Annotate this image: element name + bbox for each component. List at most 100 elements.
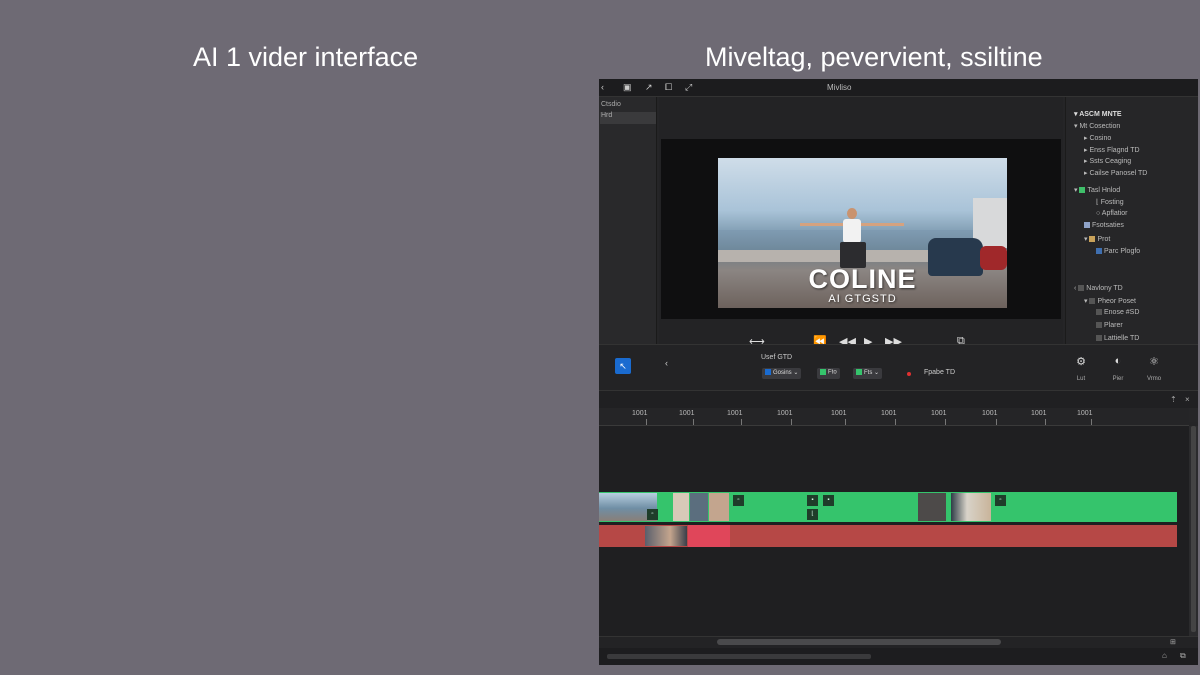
- color-swatch: [1096, 322, 1102, 329]
- property-label: Parc Plogfo: [1104, 248, 1141, 255]
- color-swatch: [1089, 298, 1096, 305]
- ruler-tick-label: 1001: [931, 410, 947, 417]
- horizontal-scrollbar[interactable]: ⊞: [599, 636, 1198, 648]
- property-label: Enose #SD: [1104, 309, 1140, 316]
- color-swatch: [1096, 248, 1102, 255]
- back-icon[interactable]: ‹: [665, 358, 668, 368]
- ruler-tick-label: 1001: [777, 410, 793, 417]
- clip-link-icon: ▫: [647, 509, 658, 520]
- property-item[interactable]: Lattielle TD: [1096, 335, 1139, 342]
- fto-chip[interactable]: Fto: [817, 368, 840, 379]
- property-item[interactable]: ▾ Mt Cosection: [1074, 122, 1120, 130]
- scroll-thumb[interactable]: [717, 639, 1001, 645]
- close-icon[interactable]: ×: [1185, 395, 1190, 404]
- tool-label-vrmo: Vrmo: [1146, 376, 1162, 382]
- select-tool-button[interactable]: ↖: [615, 358, 631, 374]
- property-item[interactable]: Fsotsaties: [1084, 222, 1124, 229]
- property-item[interactable]: ▾ Prot: [1084, 235, 1110, 243]
- clip-thumbnail[interactable]: [709, 493, 729, 521]
- color-swatch: [1089, 236, 1096, 243]
- color-swatch: [1079, 187, 1086, 194]
- ruler-tick-mark: [693, 419, 694, 425]
- property-label: Fsotsaties: [1092, 222, 1124, 229]
- effects-icon[interactable]: ⚛: [1142, 355, 1166, 368]
- property-item[interactable]: ▸ Cailse Panosel TD: [1084, 169, 1147, 177]
- audio-clip-selected[interactable]: [688, 525, 730, 547]
- ruler-tick-label: 1001: [1077, 410, 1093, 417]
- property-item[interactable]: ▾ Pheor Poset: [1084, 297, 1136, 305]
- property-item[interactable]: ○ Apflatior: [1096, 210, 1127, 217]
- property-label: Tasl Hnlod: [1087, 187, 1121, 194]
- property-label: Navlony TD: [1086, 285, 1123, 292]
- property-item[interactable]: ⌊ Fosting: [1096, 198, 1124, 206]
- timeline-overview[interactable]: [607, 654, 871, 659]
- ruler-tick-mark: [945, 419, 946, 425]
- arrow-icon[interactable]: ↗: [645, 82, 653, 93]
- timeline-ruler[interactable]: 1001 1001 1001 1001 1001 1001 1001 1001 1001 1001: [599, 408, 1189, 426]
- chevron-left-icon[interactable]: ‹: [601, 82, 604, 92]
- clip-thumbnail[interactable]: [645, 526, 687, 546]
- property-label: Prot: [1097, 236, 1111, 243]
- ruler-tick-mark: [895, 419, 896, 425]
- ruler-tick-label: 1001: [727, 410, 743, 417]
- panel-icon[interactable]: ▣: [623, 82, 632, 93]
- vertical-scrollbar[interactable]: [1189, 426, 1198, 636]
- clip-thumbnail[interactable]: [951, 493, 991, 521]
- expand-icon[interactable]: ⤢: [685, 82, 692, 93]
- ruler-tick-label: 1001: [881, 410, 897, 417]
- audio-track[interactable]: [599, 525, 1177, 547]
- video-track[interactable]: ▫ ▫ ▪ ⌊ ▪ ▫: [599, 492, 1177, 522]
- property-label: Cailse Panosel TD: [1089, 170, 1148, 177]
- section-label: Usef GTD: [761, 354, 793, 361]
- property-item[interactable]: Enose #SD: [1096, 309, 1139, 316]
- property-label: Lattielle TD: [1104, 335, 1140, 342]
- bottom-bar: ⌂ ⧉: [599, 648, 1198, 665]
- fts-dropdown[interactable]: Fts ⌄: [853, 368, 883, 379]
- clip-marker-icon: ▪: [823, 495, 834, 506]
- tool-label-pier: Pier: [1112, 376, 1124, 382]
- clip-thumbnail[interactable]: [918, 493, 946, 521]
- property-label: Fosting: [1100, 199, 1124, 206]
- settings-icon[interactable]: ⌂: [1162, 651, 1167, 660]
- ruler-tick-mark: [646, 419, 647, 425]
- property-item[interactable]: ▸ Ssts Ceaging: [1084, 157, 1131, 165]
- export-icon[interactable]: ⧉: [1180, 651, 1186, 661]
- clip-marker-icon: ▪: [807, 495, 818, 506]
- property-item[interactable]: Parc Plogfo: [1096, 248, 1140, 255]
- property-label: Mt Cosection: [1079, 123, 1121, 130]
- nav-item-hrd[interactable]: Hrd: [600, 112, 656, 124]
- timeline-header: ⇡ ×: [599, 390, 1198, 408]
- property-label: Apflatior: [1101, 210, 1128, 217]
- color-swatch: [1096, 309, 1102, 316]
- clip-marker-icon: ⌊: [807, 509, 818, 520]
- property-item[interactable]: ▾ Tasl Hnlod: [1074, 186, 1120, 194]
- video-overlay-title: COLINE: [808, 264, 917, 294]
- ruler-tick-mark: [1091, 419, 1092, 425]
- titlebar: ‹ ▣ ↗ ⧠ ⤢ Mivliso: [599, 79, 1198, 97]
- property-item[interactable]: Plarer: [1096, 322, 1123, 329]
- person-figure: [800, 208, 904, 268]
- ruler-tick-mark: [996, 419, 997, 425]
- video-preview[interactable]: COLINE AI GTGSTD: [718, 158, 1007, 308]
- tool-label-lut: Lut: [1076, 376, 1086, 382]
- ruler-tick-label: 1001: [679, 410, 695, 417]
- gear-icon[interactable]: ⚙: [1069, 355, 1093, 368]
- upload-icon[interactable]: ⇡: [1170, 395, 1177, 404]
- crop-icon[interactable]: ⧠: [665, 82, 672, 93]
- control-bar: ↖ ‹ Usef GTD Gosins ⌄ Fto Fts ⌄ Fpabe TD…: [599, 344, 1198, 390]
- frame-label: Fpabe TD: [924, 369, 955, 376]
- gosins-dropdown[interactable]: Gosins ⌄: [762, 368, 802, 379]
- property-item[interactable]: ▸ Cosino: [1084, 134, 1111, 142]
- ruler-tick-mark: [845, 419, 846, 425]
- property-item[interactable]: ▸ Enss Flagnd TD: [1084, 146, 1140, 154]
- property-item[interactable]: ‹ Navlony TD: [1074, 285, 1123, 292]
- ruler-tick-label: 1001: [982, 410, 998, 417]
- clip-thumbnail[interactable]: [673, 493, 689, 521]
- property-label: Plarer: [1104, 322, 1123, 329]
- clip-thumbnail[interactable]: [690, 493, 708, 521]
- color-swatch: [1084, 222, 1090, 229]
- zoom-icon[interactable]: ⊞: [1170, 638, 1176, 646]
- properties-header: ▾ ASCM MNTE: [1074, 111, 1122, 118]
- color-swatch: [1078, 285, 1085, 292]
- color-wheel-icon[interactable]: ◐: [1106, 355, 1130, 367]
